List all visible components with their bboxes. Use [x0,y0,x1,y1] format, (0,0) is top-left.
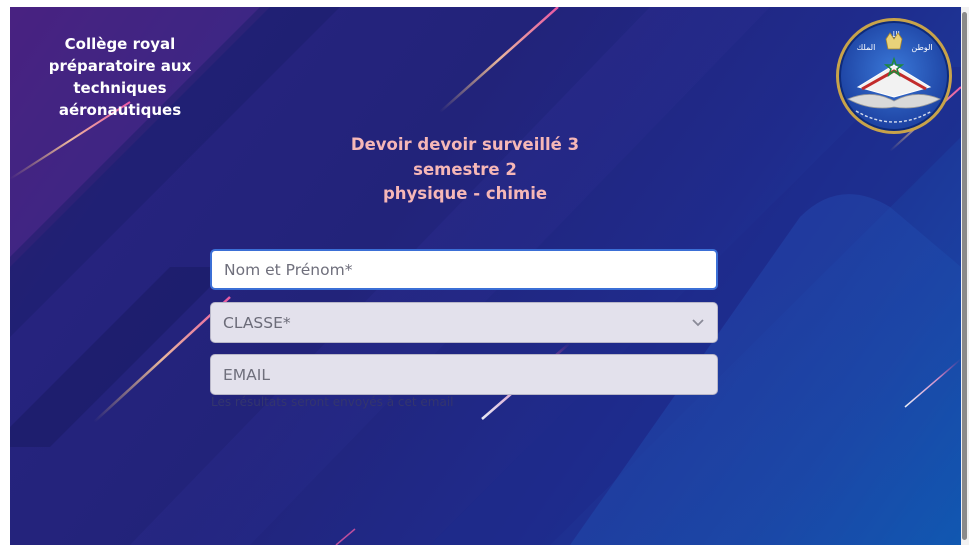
name-input[interactable] [210,249,718,290]
school-name-line: préparatoire aux [48,57,192,75]
exam-title-line: Devoir devoir surveillé 3 [350,135,580,154]
exam-title: Devoir devoir surveillé 3 semestre 2 phy… [300,133,630,207]
email-input[interactable] [210,354,718,395]
chevron-down-icon [691,316,705,330]
logo-text: الملك [857,43,876,52]
class-select[interactable]: CLASSE* [210,302,718,343]
class-select-value: CLASSE* [223,313,291,332]
logo-text: الوطن [911,43,932,52]
exam-title-line: semestre 2 [413,159,517,179]
school-name-line: techniques [73,79,167,97]
school-name-line: Collège royal [64,35,176,53]
school-name-line: aéronautiques [58,101,182,119]
email-helper-text: Les résultats seront envoyés à cet email [211,395,454,409]
school-crest-logo: الله الوطن الملك [836,18,952,134]
form-page-background: Collège royal préparatoire aux technique… [10,7,961,545]
school-name: Collège royal préparatoire aux technique… [40,33,200,121]
scrollbar-thumb[interactable] [962,12,967,540]
exam-title-line: physique - chimie [382,184,548,203]
